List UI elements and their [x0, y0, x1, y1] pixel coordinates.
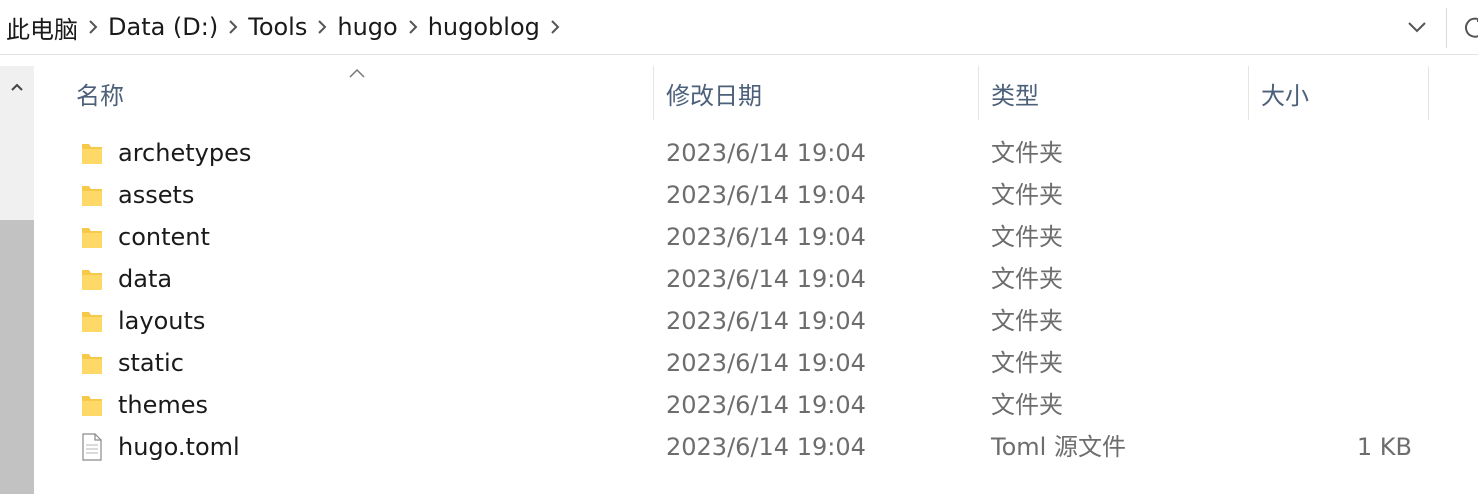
file-row-data[interactable]: data 2023/6/14 19:04 文件夹 — [36, 258, 1478, 300]
column-header-type[interactable]: 类型 — [991, 66, 1241, 120]
scroll-thumb[interactable] — [0, 220, 34, 494]
file-name: assets — [118, 181, 195, 209]
file-name: static — [118, 349, 184, 377]
file-row-static[interactable]: static 2023/6/14 19:04 文件夹 — [36, 342, 1478, 384]
file-modified: 2023/6/14 19:04 — [666, 433, 866, 461]
column-divider[interactable] — [978, 66, 979, 120]
file-modified: 2023/6/14 19:04 — [666, 265, 866, 293]
column-header-modified[interactable]: 修改日期 — [666, 66, 976, 120]
address-history-button[interactable] — [1400, 12, 1434, 42]
file-type: 文件夹 — [991, 349, 1063, 377]
file-size — [1266, 258, 1412, 300]
file-size — [1266, 300, 1412, 342]
folder-icon — [80, 391, 104, 419]
chevron-right-icon[interactable] — [78, 19, 108, 35]
file-name: hugo.toml — [118, 433, 240, 461]
file-type: 文件夹 — [991, 307, 1063, 335]
column-header-modified-label: 修改日期 — [666, 81, 762, 110]
file-type: 文件夹 — [991, 139, 1063, 167]
file-name: data — [118, 265, 173, 293]
file-modified: 2023/6/14 19:04 — [666, 139, 866, 167]
file-type: 文件夹 — [991, 223, 1063, 251]
folder-icon — [80, 223, 104, 251]
breadcrumb-item-tools[interactable]: Tools — [248, 13, 307, 41]
folder-icon — [80, 139, 104, 167]
file-size — [1266, 342, 1412, 384]
folder-icon — [80, 349, 104, 377]
folder-icon — [80, 181, 104, 209]
refresh-button[interactable] — [1460, 12, 1478, 42]
file-type: Toml 源文件 — [991, 433, 1126, 461]
caret-up-icon — [10, 77, 24, 96]
document-icon — [80, 433, 104, 461]
file-type: 文件夹 — [991, 181, 1063, 209]
file-row-assets[interactable]: assets 2023/6/14 19:04 文件夹 — [36, 174, 1478, 216]
refresh-icon — [1460, 17, 1478, 42]
file-type: 文件夹 — [991, 391, 1063, 419]
column-header-name-label: 名称 — [76, 81, 124, 110]
file-name: content — [118, 223, 210, 251]
file-size — [1266, 384, 1412, 426]
breadcrumb-item-drive[interactable]: Data (D:) — [108, 13, 218, 41]
chevron-right-icon[interactable] — [540, 19, 570, 35]
file-modified: 2023/6/14 19:04 — [666, 181, 866, 209]
chevron-right-icon[interactable] — [307, 19, 337, 35]
file-row-layouts[interactable]: layouts 2023/6/14 19:04 文件夹 — [36, 300, 1478, 342]
column-header-size[interactable]: 大小 — [1261, 66, 1421, 120]
folder-icon — [80, 265, 104, 293]
vertical-scrollbar[interactable] — [0, 66, 34, 494]
breadcrumb-item-hugoblog[interactable]: hugoblog — [428, 13, 540, 41]
scroll-up-button[interactable] — [0, 66, 34, 106]
file-name: layouts — [118, 307, 206, 335]
file-modified: 2023/6/14 19:04 — [666, 223, 866, 251]
chevron-down-icon — [1407, 18, 1427, 37]
column-divider[interactable] — [1248, 66, 1249, 120]
file-size — [1266, 216, 1412, 258]
address-bar[interactable]: 此电脑 Data (D:) Tools hugo hugoblog — [0, 0, 1478, 55]
column-divider[interactable] — [653, 66, 654, 120]
toolbar-divider — [1446, 8, 1447, 48]
column-header-size-label: 大小 — [1261, 81, 1309, 110]
file-modified: 2023/6/14 19:04 — [666, 349, 866, 377]
breadcrumb-item-this-pc[interactable]: 此电脑 — [6, 10, 78, 45]
column-header: 名称 修改日期 类型 大小 — [36, 66, 1478, 120]
breadcrumb-item-hugo[interactable]: hugo — [337, 13, 397, 41]
file-modified: 2023/6/14 19:04 — [666, 307, 866, 335]
chevron-right-icon[interactable] — [398, 19, 428, 35]
file-type: 文件夹 — [991, 265, 1063, 293]
file-size — [1266, 174, 1412, 216]
breadcrumb: 此电脑 Data (D:) Tools hugo hugoblog — [6, 10, 570, 44]
file-row-archetypes[interactable]: archetypes 2023/6/14 19:04 文件夹 — [36, 132, 1478, 174]
file-name: archetypes — [118, 139, 252, 167]
column-header-name[interactable]: 名称 — [76, 66, 646, 120]
file-size: 1 KB — [1356, 433, 1412, 461]
file-row-themes[interactable]: themes 2023/6/14 19:04 文件夹 — [36, 384, 1478, 426]
column-divider[interactable] — [1428, 66, 1429, 120]
folder-icon — [80, 307, 104, 335]
file-name: themes — [118, 391, 209, 419]
chevron-right-icon[interactable] — [218, 19, 248, 35]
file-row-content[interactable]: content 2023/6/14 19:04 文件夹 — [36, 216, 1478, 258]
column-header-type-label: 类型 — [991, 81, 1039, 110]
file-row-hugo-toml[interactable]: hugo.toml 2023/6/14 19:04 Toml 源文件 1 KB — [36, 426, 1478, 468]
file-modified: 2023/6/14 19:04 — [666, 391, 866, 419]
file-size — [1266, 132, 1412, 174]
